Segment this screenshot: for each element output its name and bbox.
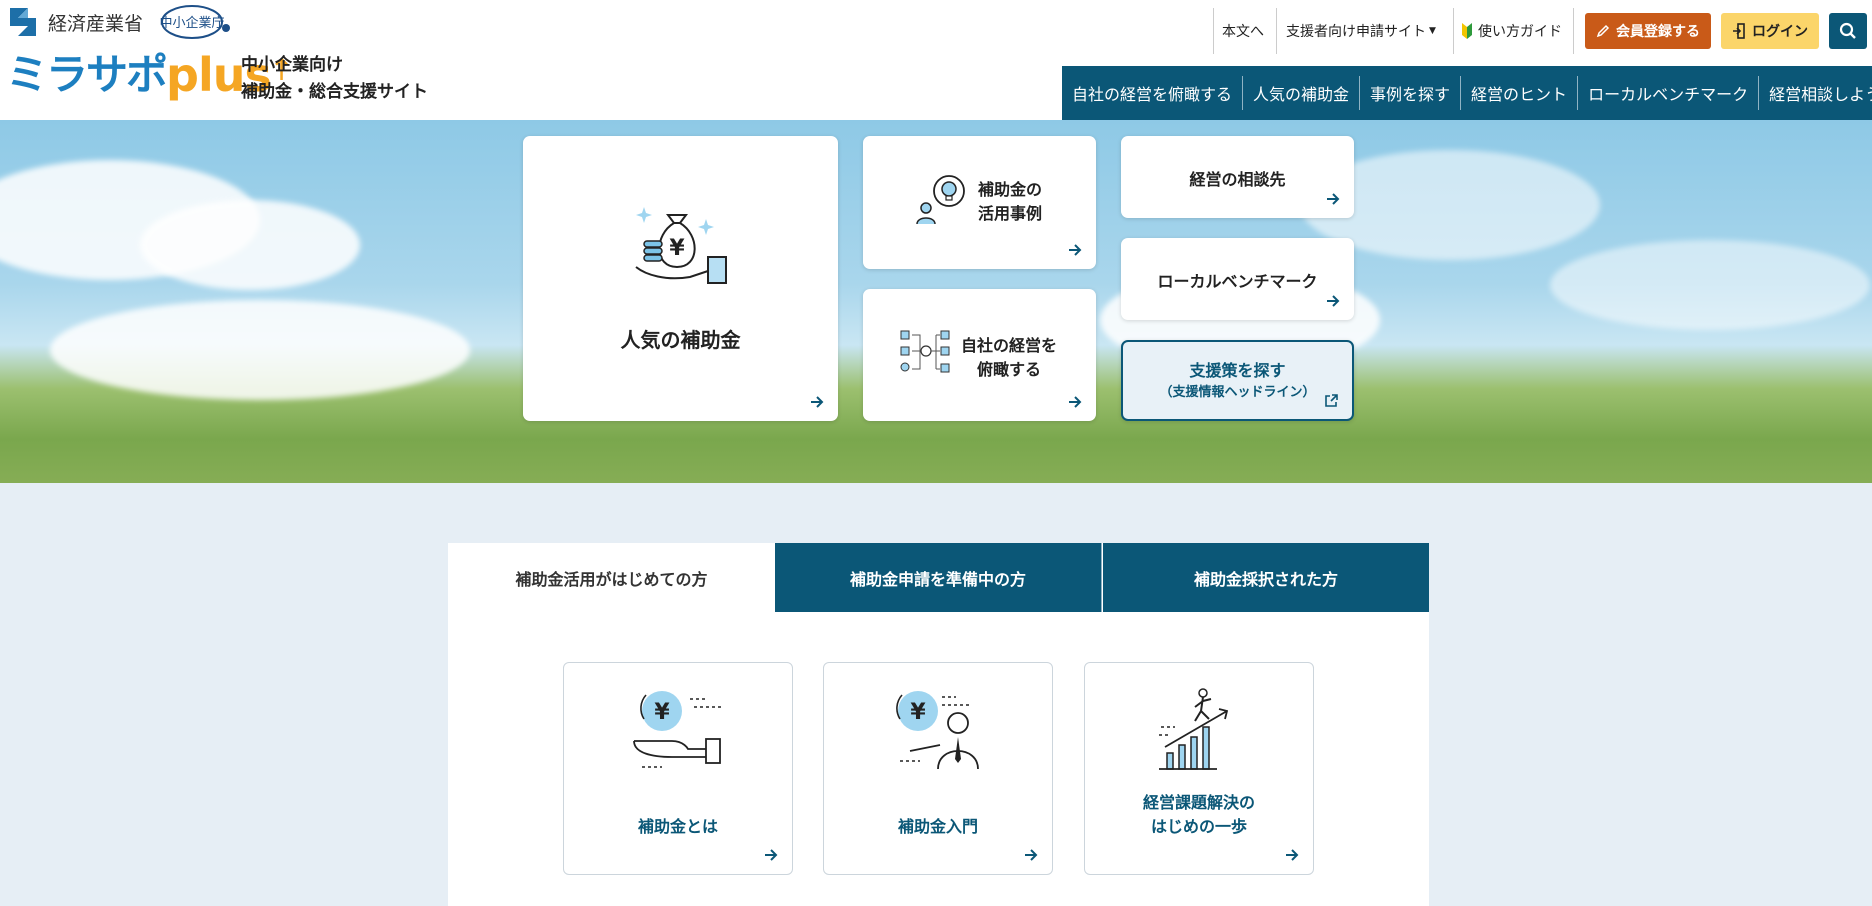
site-tagline: 中小企業向け 補助金・総合支援サイト xyxy=(241,52,428,106)
ministry-name: 経済産業省 xyxy=(48,12,144,35)
arrow-right-icon xyxy=(1069,244,1082,256)
local-benchmark-card[interactable]: ローカルベンチマーク xyxy=(1121,238,1354,320)
business-overview-line2: 俯瞰する xyxy=(977,360,1042,379)
first-step-line1: 経営課題解決の xyxy=(1142,793,1255,812)
case-study-card[interactable]: 補助金の 活用事例 xyxy=(863,136,1096,269)
register-button[interactable]: 会員登録する xyxy=(1585,13,1711,49)
search-button[interactable] xyxy=(1829,13,1867,49)
meti-mark-icon xyxy=(10,8,36,36)
tab-preparing[interactable]: 補助金申請を準備中の方 xyxy=(775,543,1102,612)
business-overview-line1: 自社の経営を xyxy=(961,336,1058,355)
tagline-line1: 中小企業向け xyxy=(241,55,343,75)
divider xyxy=(1453,8,1454,54)
caret-down-icon: ▼ xyxy=(1429,26,1436,36)
divider xyxy=(1213,8,1214,54)
local-benchmark-title: ローカルベンチマーク xyxy=(1157,272,1318,291)
skip-to-main-label: 本文へ xyxy=(1222,24,1264,40)
yen-presenter-icon: ¥ xyxy=(896,691,979,770)
popular-subsidy-card[interactable]: ¥ 人気の補助金 xyxy=(523,136,838,421)
arrow-right-icon xyxy=(1069,396,1082,408)
arrow-right-icon xyxy=(811,396,824,408)
arrow-right-icon xyxy=(1286,849,1299,861)
cloud xyxy=(140,200,360,290)
what-is-subsidy-card[interactable]: ¥ 補助金とは xyxy=(563,662,793,875)
idea-person-icon xyxy=(916,175,965,225)
first-step-card[interactable]: 経営課題解決の はじめの一歩 xyxy=(1084,662,1314,875)
consultation-card[interactable]: 経営の相談先 xyxy=(1121,136,1354,218)
external-link-icon xyxy=(1325,394,1338,407)
case-study-line2: 活用事例 xyxy=(978,204,1043,223)
arrow-right-icon xyxy=(1327,295,1340,307)
nav-item-consult[interactable]: 経営相談しよう xyxy=(1759,76,1872,110)
nav-item-local-benchmark[interactable]: ローカルベンチマーク xyxy=(1578,76,1760,110)
svg-text:¥: ¥ xyxy=(669,236,685,261)
nav-item-overview[interactable]: 自社の経営を俯瞰する xyxy=(1062,76,1244,110)
svg-text:¥: ¥ xyxy=(654,700,670,725)
supporter-site-label: 支援者向け申請サイト xyxy=(1286,24,1426,40)
beginner-mark-icon xyxy=(1462,23,1472,39)
divider xyxy=(1276,8,1277,54)
nav-item-cases[interactable]: 事例を探す xyxy=(1360,76,1462,110)
agency-badge-text: 中小企業庁 xyxy=(160,15,225,31)
register-label: 会員登録する xyxy=(1616,24,1700,40)
case-study-title: 補助金の 活用事例 xyxy=(978,178,1042,226)
guide-link[interactable]: 使い方ガイド xyxy=(1461,8,1562,54)
svg-text:¥: ¥ xyxy=(910,700,926,725)
yen-hand-icon: ¥ xyxy=(633,691,722,768)
tagline-line2: 補助金・総合支援サイト xyxy=(241,82,428,102)
guide-label: 使い方ガイド xyxy=(1478,24,1562,40)
divider xyxy=(1573,8,1574,54)
cloud xyxy=(1550,240,1870,330)
find-support-title: 支援策を探す （支援情報ヘッドライン） xyxy=(1123,359,1352,403)
find-support-card[interactable]: 支援策を探す （支援情報ヘッドライン） xyxy=(1121,340,1354,421)
login-icon xyxy=(1733,23,1745,39)
business-overview-card[interactable]: 自社の経営を 俯瞰する xyxy=(863,289,1096,421)
arrow-right-icon xyxy=(765,849,778,861)
cloud xyxy=(50,300,470,400)
first-step-label: 経営課題解決の はじめの一歩 xyxy=(1085,791,1313,839)
skip-to-main-link[interactable]: 本文へ xyxy=(1222,8,1264,54)
supporter-site-dropdown[interactable]: 支援者向け申請サイト ▼ xyxy=(1286,8,1436,54)
meti-logo[interactable]: 経済産業省 xyxy=(6,4,143,40)
business-overview-title: 自社の経営を 俯瞰する xyxy=(961,334,1057,382)
sme-agency-logo[interactable]: 中小企業庁 xyxy=(160,2,234,42)
arrow-right-icon xyxy=(1025,849,1038,861)
nav-item-popular-subsidy[interactable]: 人気の補助金 xyxy=(1243,76,1361,110)
site-header: 経済産業省 中小企業庁 ミラサポ plus ↑ 中小企業向け 補助金・総合支援サ… xyxy=(0,0,1872,120)
case-study-line1: 補助金の xyxy=(978,180,1043,199)
search-icon xyxy=(1839,22,1856,39)
consultation-title: 経営の相談先 xyxy=(1189,170,1286,189)
arrow-right-icon xyxy=(1327,193,1340,205)
subsidy-intro-card[interactable]: ¥ 補助金入門 xyxy=(823,662,1053,875)
money-bag-icon: ¥ xyxy=(635,207,727,284)
growth-chart-icon xyxy=(1159,688,1229,770)
find-support-line1: 支援策を探す xyxy=(1189,361,1286,380)
logo-main: ミラサポ xyxy=(6,50,168,99)
global-nav: 自社の経営を俯瞰する 人気の補助金 事例を探す 経営のヒント ローカルベンチマー… xyxy=(1062,66,1872,120)
tab-first-time[interactable]: 補助金活用がはじめての方 xyxy=(448,543,775,612)
subsidy-intro-label: 補助金入門 xyxy=(897,817,978,836)
popular-subsidy-title: 人気の補助金 xyxy=(620,328,741,352)
login-label: ログイン xyxy=(1752,24,1808,40)
first-step-line2: はじめの一歩 xyxy=(1150,817,1247,836)
login-button[interactable]: ログイン xyxy=(1721,13,1819,49)
nav-item-tips[interactable]: 経営のヒント xyxy=(1461,76,1579,110)
pencil-icon xyxy=(1596,24,1610,38)
what-is-subsidy-label: 補助金とは xyxy=(637,817,718,836)
find-support-line2: （支援情報ヘッドライン） xyxy=(1159,385,1316,400)
overview-chart-icon xyxy=(900,330,950,373)
tab-adopted[interactable]: 補助金採択された方 xyxy=(1103,543,1429,612)
